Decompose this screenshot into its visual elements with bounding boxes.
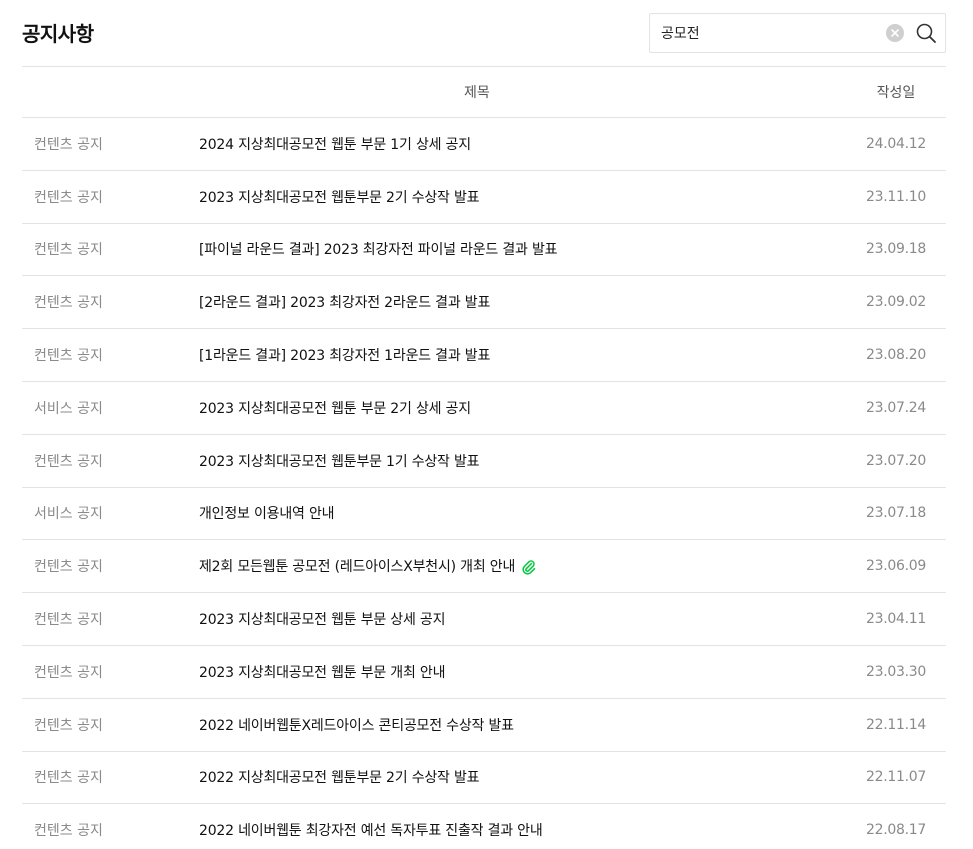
table-row[interactable]: 컨텐츠 공지 [파이널 라운드 결과] 2023 최강자전 파이널 라운드 결과 … [22,223,946,276]
row-subject-link[interactable]: 2022 네이버웹툰 최강자전 예선 독자투표 진출작 결과 안내 [199,823,543,839]
row-date: 23.06.09 [866,558,926,575]
row-subject-cell: 2024 지상최대공모전 웹툰 부문 1기 상세 공지 [199,118,846,171]
paperclip-icon [521,559,537,575]
search-box [649,13,946,53]
row-subject-cell: 2023 지상최대공모전 웹툰 부문 2기 상세 공지 [199,381,846,434]
row-date: 23.07.24 [866,399,926,416]
row-subject-cell: 2023 지상최대공모전 웹툰부문 1기 수상작 발표 [199,434,846,487]
row-subject-cell: 2022 네이버웹툰 최강자전 예선 독자투표 진출작 결과 안내 [199,804,846,849]
row-subject-link[interactable]: [1라운드 결과] 2023 최강자전 1라운드 결과 발표 [199,348,490,364]
row-date: 23.07.18 [866,505,926,522]
search-input[interactable] [650,14,880,52]
row-category: 컨텐츠 공지 [34,717,103,734]
row-date: 23.04.11 [866,611,926,628]
row-subject-cell: 2023 지상최대공모전 웹툰 부문 상세 공지 [199,593,846,646]
row-subject-cell: [파이널 라운드 결과] 2023 최강자전 파이널 라운드 결과 발표 [199,223,846,276]
row-category: 컨텐츠 공지 [34,612,103,629]
subject-column-header: 제목 [464,85,490,101]
clear-icon[interactable] [886,24,904,42]
table-row[interactable]: 컨텐츠 공지 2023 지상최대공모전 웹툰 부문 상세 공지 23.04.11 [22,593,946,646]
row-date: 23.07.20 [866,452,926,469]
row-subject-link[interactable]: 2023 지상최대공모전 웹툰 부문 개최 안내 [199,665,445,681]
table-row[interactable]: 컨텐츠 공지 2023 지상최대공모전 웹툰부문 1기 수상작 발표 23.07.2… [22,434,946,488]
table-row[interactable]: 서비스 공지 2023 지상최대공모전 웹툰 부문 2기 상세 공지 23.07.2… [22,381,946,435]
row-category: 컨텐츠 공지 [34,348,103,365]
row-category: 서비스 공지 [34,400,103,417]
row-subject-link[interactable]: 2024 지상최대공모전 웹툰 부문 1기 상세 공지 [199,137,471,153]
row-subject-link[interactable]: 2022 지상최대공모전 웹툰부문 2기 수상작 발표 [199,770,480,786]
table-row[interactable]: 컨텐츠 공지 2022 지상최대공모전 웹툰부문 2기 수상작 발표 22.11.0… [22,751,946,804]
notice-table: 제목 작성일 컨텐츠 공지 2024 지상최대공모전 웹툰 부문 1기 상세 공지… [22,66,946,849]
row-category: 컨텐츠 공지 [34,770,103,787]
row-category: 컨텐츠 공지 [34,559,103,576]
row-subject-link[interactable]: 개인정보 이용내역 안내 [199,506,335,522]
row-subject-link[interactable]: [파이널 라운드 결과] 2023 최강자전 파이널 라운드 결과 발표 [199,242,558,258]
row-subject-cell: 2022 네이버웹툰X레드아이스 콘티공모전 수상작 발표 [199,698,846,751]
search-icon[interactable] [915,22,937,44]
notice-page: 공지사항 제목 작성일 컨텐츠 공지 2024 지상최대공모전 웹툰 부문 1기 … [0,0,973,849]
row-subject-link[interactable]: 2023 지상최대공모전 웹툰 부문 상세 공지 [199,612,445,628]
row-date: 23.03.30 [866,663,926,680]
table-row[interactable]: 서비스 공지 개인정보 이용내역 안내 23.07.18 [22,487,946,540]
row-category: 서비스 공지 [34,506,103,523]
table-row[interactable]: 컨텐츠 공지 [2라운드 결과] 2023 최강자전 2라운드 결과 발표 23.0… [22,276,946,329]
row-subject-link[interactable]: 제2회 모든웹툰 공모전 (레드아이스X부천시) 개최 안내 [199,559,515,575]
row-category: 컨텐츠 공지 [34,189,103,206]
row-subject-cell: [1라운드 결과] 2023 최강자전 1라운드 결과 발표 [199,329,846,382]
row-subject-link[interactable]: 2023 지상최대공모전 웹툰부문 2기 수상작 발표 [199,190,480,206]
row-date: 23.09.02 [866,294,926,311]
row-subject-link[interactable]: 2023 지상최대공모전 웹툰부문 1기 수상작 발표 [199,454,480,470]
row-subject-cell: 개인정보 이용내역 안내 [199,487,846,540]
table-header-row: 제목 작성일 [22,66,946,118]
table-row[interactable]: 컨텐츠 공지 2023 지상최대공모전 웹툰부문 2기 수상작 발표 23.11.1… [22,170,946,224]
row-subject-link[interactable]: 2023 지상최대공모전 웹툰 부문 2기 상세 공지 [199,401,471,417]
table-row[interactable]: 컨텐츠 공지 [1라운드 결과] 2023 최강자전 1라운드 결과 발표 23.0… [22,329,946,382]
table-row[interactable]: 컨텐츠 공지 2023 지상최대공모전 웹툰 부문 개최 안내 23.03.30 [22,645,946,699]
row-subject-cell: 제2회 모든웹툰 공모전 (레드아이스X부천시) 개최 안내 [199,540,846,593]
row-subject-link[interactable]: [2라운드 결과] 2023 최강자전 2라운드 결과 발표 [199,295,490,311]
row-category: 컨텐츠 공지 [34,823,103,840]
table-row[interactable]: 컨텐츠 공지 제2회 모든웹툰 공모전 (레드아이스X부천시) 개최 안내 23.0… [22,540,946,593]
row-date: 24.04.12 [866,135,926,152]
notice-list: 컨텐츠 공지 2024 지상최대공모전 웹툰 부문 1기 상세 공지 24.04.1… [22,118,946,849]
table-row[interactable]: 컨텐츠 공지 2022 네이버웹툰 최강자전 예선 독자투표 진출작 결과 안내 2… [22,804,946,849]
row-category: 컨텐츠 공지 [34,664,103,681]
category-column-header [22,67,199,118]
row-date: 23.09.18 [866,241,926,258]
row-category: 컨텐츠 공지 [34,242,103,259]
row-subject-cell: 2023 지상최대공모전 웹툰 부문 개최 안내 [199,645,846,698]
row-subject-link[interactable]: 2022 네이버웹툰X레드아이스 콘티공모전 수상작 발표 [199,718,514,734]
row-date: 22.11.07 [866,769,926,786]
date-column-header: 작성일 [876,85,916,101]
page-title: 공지사항 [22,22,94,46]
table-row[interactable]: 컨텐츠 공지 2022 네이버웹툰X레드아이스 콘티공모전 수상작 발표 22.11… [22,698,946,752]
row-date: 22.08.17 [866,822,926,839]
row-category: 컨텐츠 공지 [34,295,103,312]
row-category: 컨텐츠 공지 [34,453,103,470]
row-subject-cell: 2023 지상최대공모전 웹툰부문 2기 수상작 발표 [199,170,846,223]
row-subject-cell: 2022 지상최대공모전 웹툰부문 2기 수상작 발표 [199,751,846,804]
row-date: 22.11.14 [866,716,926,733]
row-category: 컨텐츠 공지 [34,136,103,153]
page-header: 공지사항 [22,0,946,66]
row-date: 23.08.20 [866,347,926,364]
row-date: 23.11.10 [866,188,926,205]
row-subject-cell: [2라운드 결과] 2023 최강자전 2라운드 결과 발표 [199,276,846,329]
table-row[interactable]: 컨텐츠 공지 2024 지상최대공모전 웹툰 부문 1기 상세 공지 24.04.1… [22,118,946,171]
